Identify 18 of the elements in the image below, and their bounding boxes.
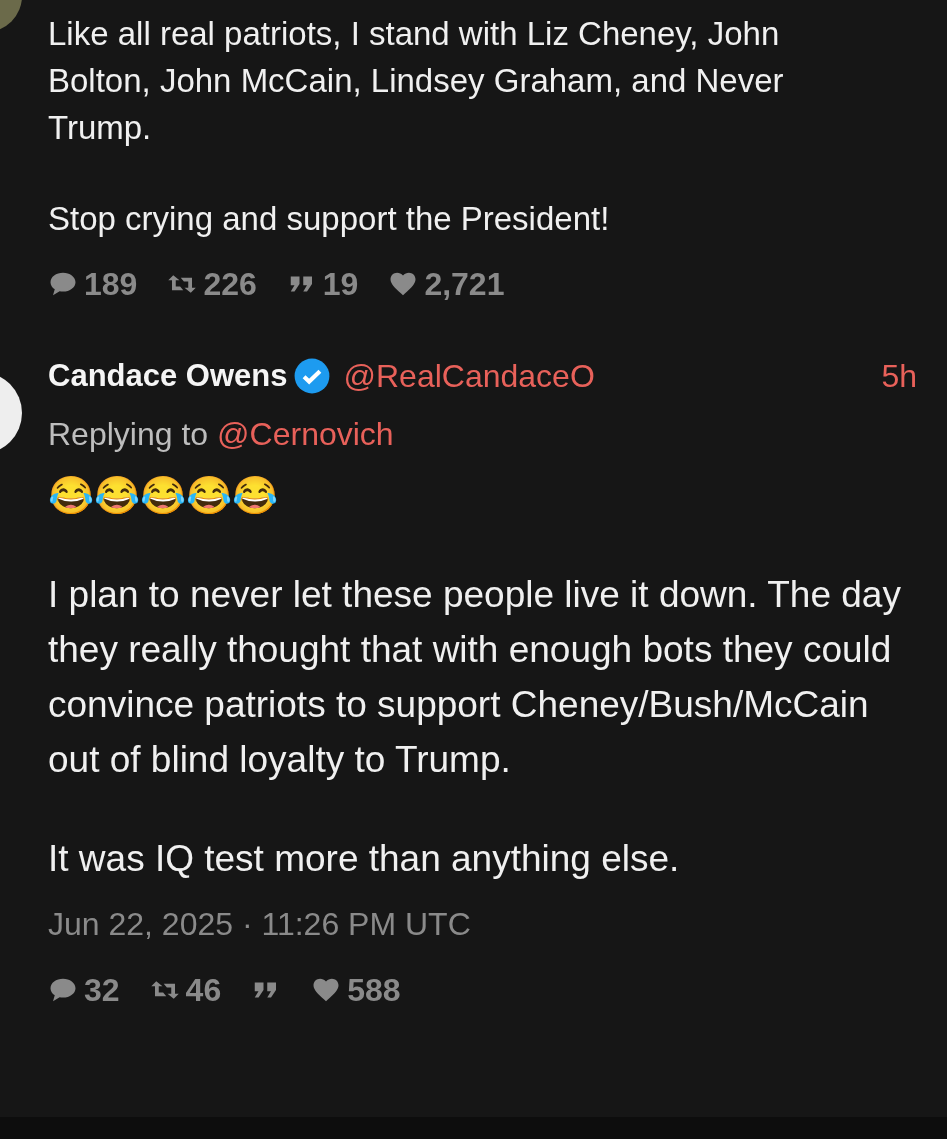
stat-count: 588	[347, 974, 401, 1006]
author-handle[interactable]: @RealCandaceO	[343, 352, 595, 400]
tweet-text: It was IQ test more than anything else.	[48, 837, 681, 881]
author-name[interactable]: Candace Owens	[48, 352, 288, 400]
reply-handle-link[interactable]: @Cernovich	[217, 410, 394, 458]
tweet-time[interactable]: 5h	[881, 352, 917, 400]
tweet-text: Stop crying and support the President!	[48, 199, 611, 239]
tweet-date[interactable]: Jun 22, 2025 · 11:26 PM UTC	[48, 900, 917, 948]
stat-count: 46	[185, 974, 222, 1006]
replying-label: Replying to	[48, 415, 209, 454]
tweet-text: I plan to never let these people live it down. The day they really thought that with enough bots they could convince patriots to support Cheney/Bush/McCain out of blind loyalty to Trump.	[48, 573, 902, 782]
stat-count: 189	[84, 268, 138, 300]
stat-count: 32	[84, 974, 120, 1006]
tweet-text: 😂😂😂😂😂	[48, 474, 279, 518]
stat-count: 226	[203, 268, 257, 300]
tweet-text: Like all real patriots, I stand with Liz Cheney, John Bolton, John McCain, Lindsey Graham, and Never Trump.	[48, 14, 785, 148]
stat-count: 19	[322, 268, 359, 300]
stat-count: 2,721	[424, 268, 505, 300]
